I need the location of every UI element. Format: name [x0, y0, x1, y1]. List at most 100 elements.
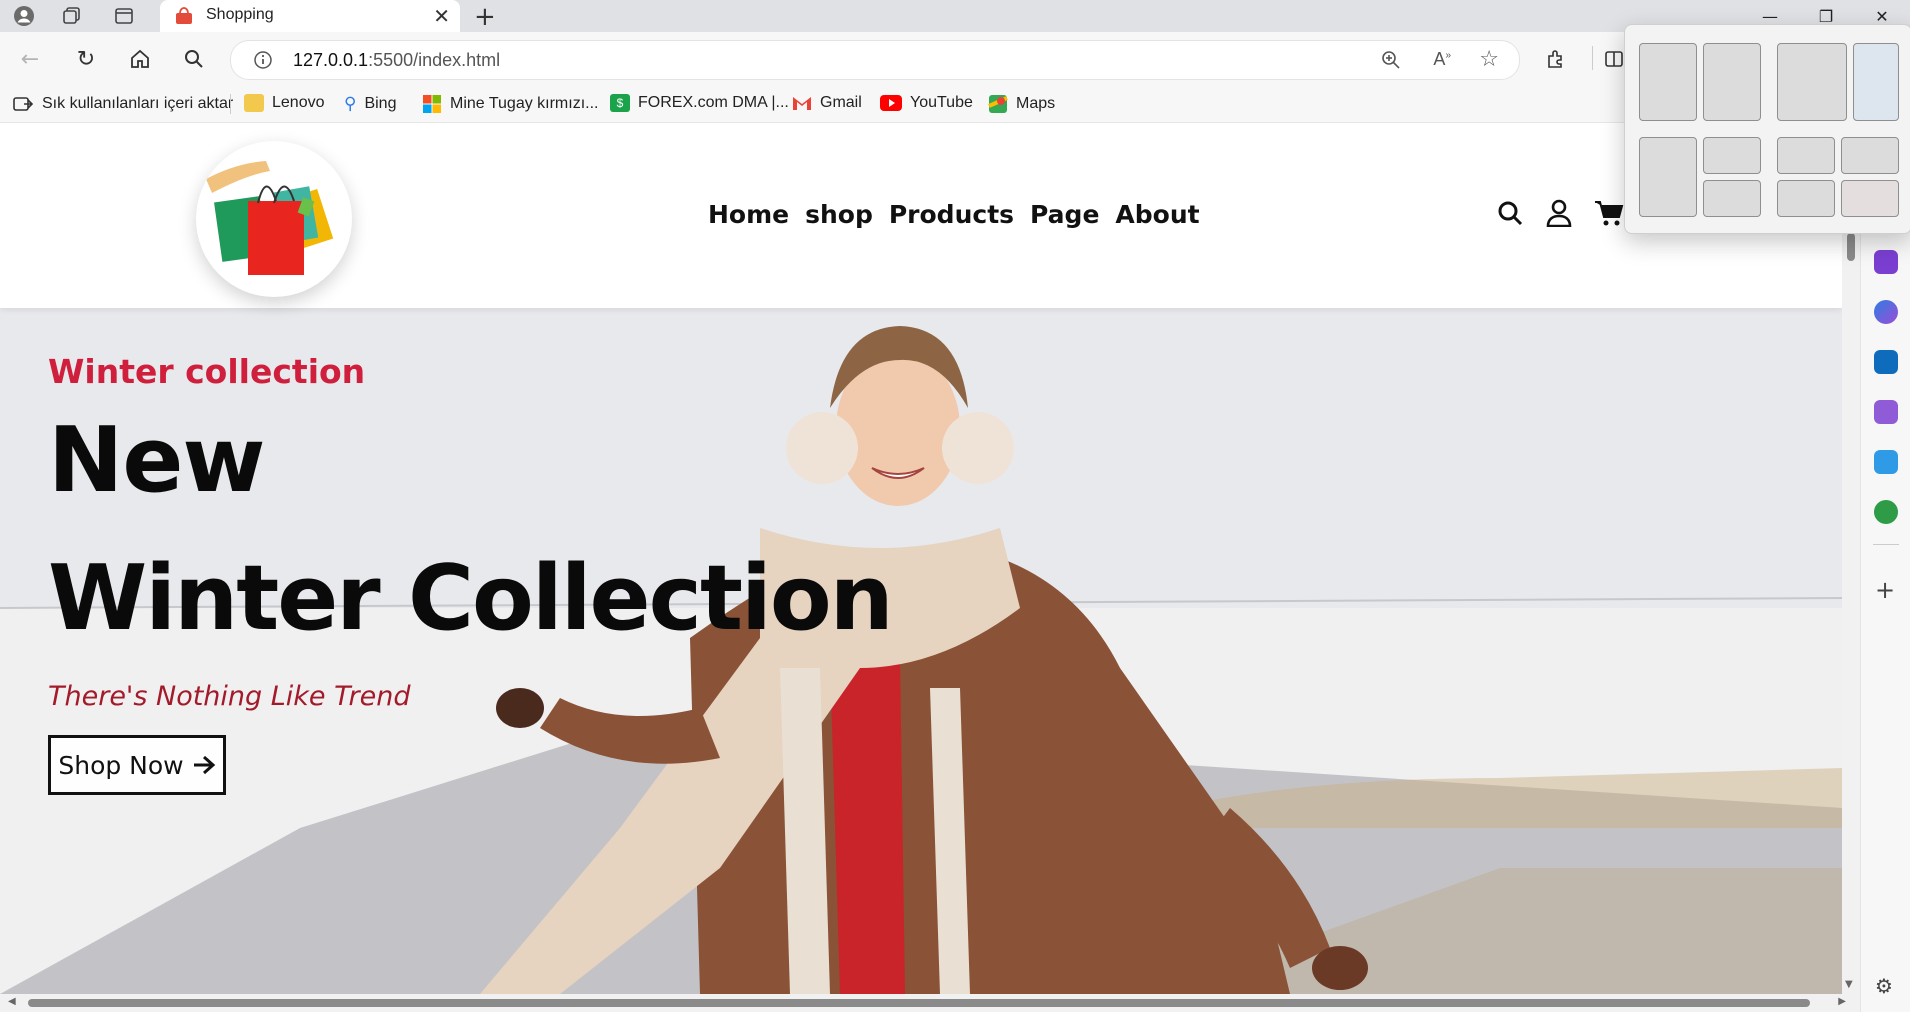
designer-icon[interactable] [1874, 400, 1898, 424]
telegram-icon[interactable] [1874, 450, 1898, 474]
zoom-icon[interactable] [1381, 50, 1401, 74]
tree-icon[interactable] [1874, 500, 1898, 524]
url-text[interactable]: 127.0.0.1:5500/index.html [293, 50, 500, 71]
tab-shopping[interactable]: Shopping ✕ [160, 0, 460, 32]
read-aloud-icon[interactable]: A» [1433, 49, 1451, 70]
bookmark-maps[interactable]: Maps [988, 94, 1055, 114]
url-path: :5500/index.html [368, 50, 501, 70]
cart-icon[interactable] [1594, 199, 1624, 227]
bookmark-forex[interactable]: $ FOREX.com DMA |... [610, 94, 789, 112]
bookmark-label: YouTube [910, 94, 973, 111]
tab-title: Shopping [206, 6, 274, 23]
extensions-icon[interactable] [1542, 45, 1570, 73]
snap-layout-1-left[interactable] [1639, 43, 1697, 121]
bookmark-label: Maps [1016, 95, 1056, 112]
sidebar-divider [1873, 544, 1899, 545]
bookmark-gmail[interactable]: Gmail [792, 94, 862, 112]
back-icon[interactable]: ← [16, 45, 44, 73]
snap-layout-3-left[interactable] [1639, 137, 1697, 217]
bookmark-label: FOREX.com DMA |... [638, 94, 789, 111]
shopping-bags-logo-icon [206, 161, 334, 275]
hero-background-photo [0, 308, 1842, 994]
main-nav: Home shop Products Page About [708, 200, 1200, 229]
hero-section: Winter collection New Winter Collection … [0, 308, 1842, 994]
new-tab-icon[interactable]: + [474, 2, 496, 32]
snap-layouts-popup [1624, 24, 1910, 234]
refresh-icon[interactable]: ↻ [72, 45, 100, 73]
snap-layout-4-bottom-right[interactable] [1841, 180, 1899, 217]
youtube-icon [880, 95, 902, 111]
snap-layout-3-top-right[interactable] [1703, 137, 1761, 174]
snap-layout-4-top-right[interactable] [1841, 137, 1899, 174]
folder-icon [244, 94, 264, 112]
shop-now-button[interactable]: Shop Now [48, 735, 226, 795]
bookmark-label: Mine Tugay kırmızı... [450, 95, 599, 112]
copilot-icon[interactable] [1874, 300, 1898, 324]
hero-headline-line2: Winter Collection [48, 546, 894, 651]
scroll-down-icon[interactable]: ▼ [1845, 979, 1853, 990]
nav-home[interactable]: Home [708, 200, 789, 229]
search-icon[interactable] [180, 45, 208, 73]
workspaces-icon[interactable] [60, 4, 84, 28]
hero-headline-line1: New [48, 408, 266, 513]
shop-now-label: Shop Now [58, 750, 184, 780]
vertical-scrollbar[interactable]: ▼ [1842, 123, 1860, 994]
site-header: Home shop Products Page About [0, 123, 1842, 308]
bookmark-label: Gmail [820, 94, 862, 111]
user-icon[interactable] [1546, 199, 1572, 227]
title-bar: Shopping ✕ + — ❐ ✕ [0, 0, 1910, 32]
bookmark-bing[interactable]: ⚲ Bing [344, 94, 396, 114]
horizontal-scrollbar[interactable]: ◀ ▶ [0, 994, 1860, 1012]
snap-layout-2-right[interactable] [1853, 43, 1899, 121]
gmail-icon [793, 97, 811, 110]
profile-icon[interactable] [12, 4, 36, 28]
page-viewport: Home shop Products Page About Winter col… [0, 123, 1842, 994]
nav-about[interactable]: About [1115, 200, 1199, 229]
url-host: 127.0.0.1 [293, 50, 369, 70]
site-info-icon[interactable] [253, 50, 273, 74]
address-bar[interactable]: 127.0.0.1:5500/index.html A» ☆ [230, 40, 1520, 80]
snap-layout-4-top-left[interactable] [1777, 137, 1835, 174]
bookmark-youtube[interactable]: YouTube [880, 94, 973, 112]
import-icon [13, 97, 34, 111]
search-icon[interactable] [1496, 199, 1524, 227]
arrow-right-icon [193, 755, 215, 775]
bing-search-icon: ⚲ [344, 94, 357, 113]
scroll-left-icon[interactable]: ◀ [8, 996, 16, 1007]
tab-favicon-icon [174, 7, 194, 29]
home-icon[interactable] [126, 45, 154, 73]
toolbar-divider [1592, 46, 1593, 70]
snap-layout-1-right[interactable] [1703, 43, 1761, 121]
snap-layout-2-left[interactable] [1777, 43, 1847, 121]
settings-gear-icon[interactable]: ⚙ [1875, 974, 1893, 998]
outlook-icon[interactable] [1874, 350, 1898, 374]
bookmark-mine-tugay[interactable]: Mine Tugay kırmızı... [422, 94, 598, 114]
favorite-star-icon[interactable]: ☆ [1479, 47, 1499, 72]
horizontal-scroll-thumb[interactable] [28, 999, 1810, 1007]
bookmark-lenovo[interactable]: Lenovo [244, 94, 325, 112]
chess-icon[interactable] [1874, 250, 1898, 274]
forex-icon: $ [610, 94, 630, 112]
scroll-right-icon[interactable]: ▶ [1838, 996, 1846, 1007]
maps-icon [988, 95, 1008, 113]
snap-layout-3-bottom-right[interactable] [1703, 180, 1761, 217]
import-favorites-label: Sık kullanılanları içeri aktar [42, 95, 234, 112]
bookmark-label: Lenovo [272, 94, 325, 111]
vertical-scroll-thumb[interactable] [1847, 233, 1855, 261]
microsoft-icon [423, 95, 441, 113]
snap-layout-4-bottom-left[interactable] [1777, 180, 1835, 217]
site-logo[interactable] [196, 141, 352, 297]
add-sidebar-icon[interactable]: + [1875, 576, 1895, 604]
import-favorites-item[interactable]: Sık kullanılanları içeri aktar [12, 94, 233, 114]
header-icons [1496, 199, 1624, 227]
tab-close-icon[interactable]: ✕ [433, 4, 450, 28]
hero-eyebrow: Winter collection [48, 352, 366, 391]
bookmarks-divider [230, 94, 231, 114]
nav-shop[interactable]: shop [805, 200, 873, 229]
bookmark-label: Bing [364, 95, 397, 112]
nav-page[interactable]: Page [1030, 200, 1099, 229]
nav-products[interactable]: Products [889, 200, 1014, 229]
tab-actions-icon[interactable] [112, 4, 136, 28]
hero-tagline: There's Nothing Like Trend [48, 681, 411, 712]
browser-window: Shopping ✕ + — ❐ ✕ ← ↻ 127.0.0.1:5500/in… [0, 0, 1910, 1012]
